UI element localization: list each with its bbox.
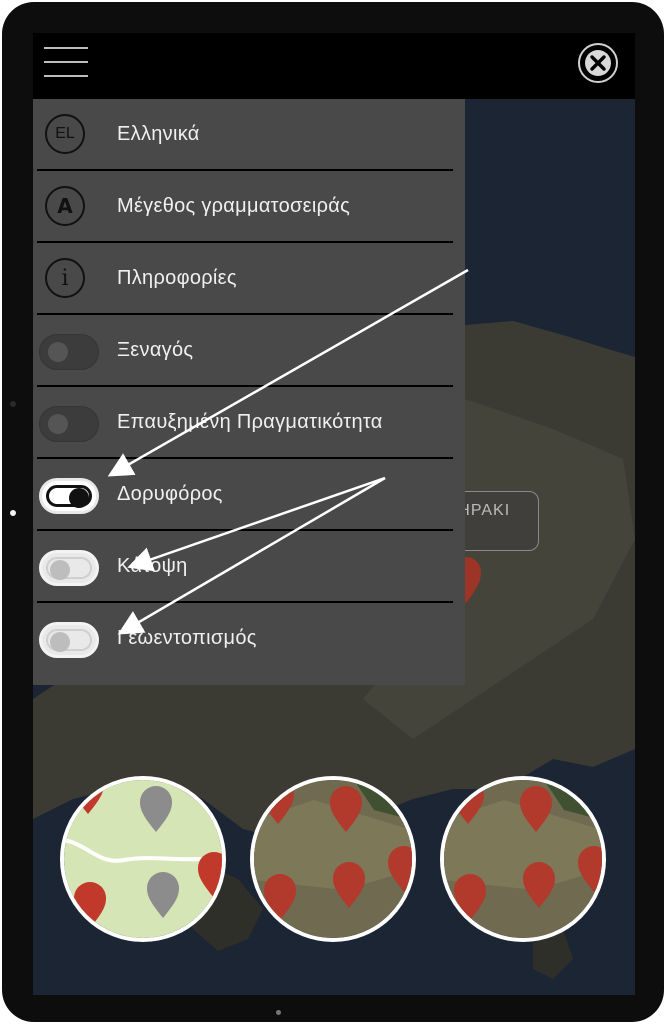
- menu-item-info-label: Πληροφορίες: [117, 267, 237, 289]
- geolocation-toggle[interactable]: [39, 622, 99, 658]
- home-indicator: [276, 1010, 281, 1015]
- menu-item-augmented-reality[interactable]: Επαυξημένη Πραγματικότητα: [37, 387, 453, 459]
- language-icon: EL: [45, 114, 85, 154]
- side-button: [10, 401, 16, 407]
- menu-item-tour-guide-label: Ξεναγός: [117, 339, 194, 361]
- menu-item-augmented-reality-label: Επαυξημένη Πραγματικότητα: [117, 411, 383, 433]
- satellite-toggle[interactable]: [39, 478, 99, 514]
- augmented-reality-toggle[interactable]: [39, 406, 99, 442]
- menu-item-satellite-label: Δορυφόρος: [117, 483, 223, 505]
- close-button[interactable]: [578, 43, 618, 83]
- menu-item-language-label: Ελληνικά: [117, 123, 200, 145]
- settings-menu: EL Ελληνικά A Μέγεθος γραμματοσειράς i Π…: [33, 99, 465, 685]
- menu-item-plan-view-label: Κάτοψη: [117, 555, 188, 577]
- menu-item-geolocation-label: Γεωεντοπισμός: [117, 627, 257, 649]
- menu-item-info[interactable]: i Πληροφορίες: [37, 243, 453, 315]
- menu-item-plan-view[interactable]: Κάτοψη: [37, 531, 453, 603]
- font-size-icon: A: [45, 186, 85, 226]
- menu-item-tour-guide[interactable]: Ξεναγός: [37, 315, 453, 387]
- plan-view-toggle[interactable]: [39, 550, 99, 586]
- info-icon: i: [45, 258, 85, 298]
- tour-guide-toggle[interactable]: [39, 334, 99, 370]
- menu-item-language[interactable]: EL Ελληνικά: [37, 99, 453, 171]
- hamburger-menu-icon[interactable]: [44, 47, 88, 79]
- satellite-preview: [250, 776, 416, 942]
- menu-item-font-size-label: Μέγεθος γραμματοσειράς: [117, 195, 351, 217]
- close-icon: [585, 50, 611, 76]
- geolocation-preview: [440, 776, 606, 942]
- top-bar: [33, 33, 635, 99]
- side-button-light: [10, 510, 16, 516]
- menu-item-geolocation[interactable]: Γεωεντοπισμός: [37, 603, 453, 675]
- plan-view-preview: [60, 776, 226, 942]
- menu-item-satellite[interactable]: Δορυφόρος: [37, 459, 453, 531]
- menu-item-font-size[interactable]: A Μέγεθος γραμματοσειράς: [37, 171, 453, 243]
